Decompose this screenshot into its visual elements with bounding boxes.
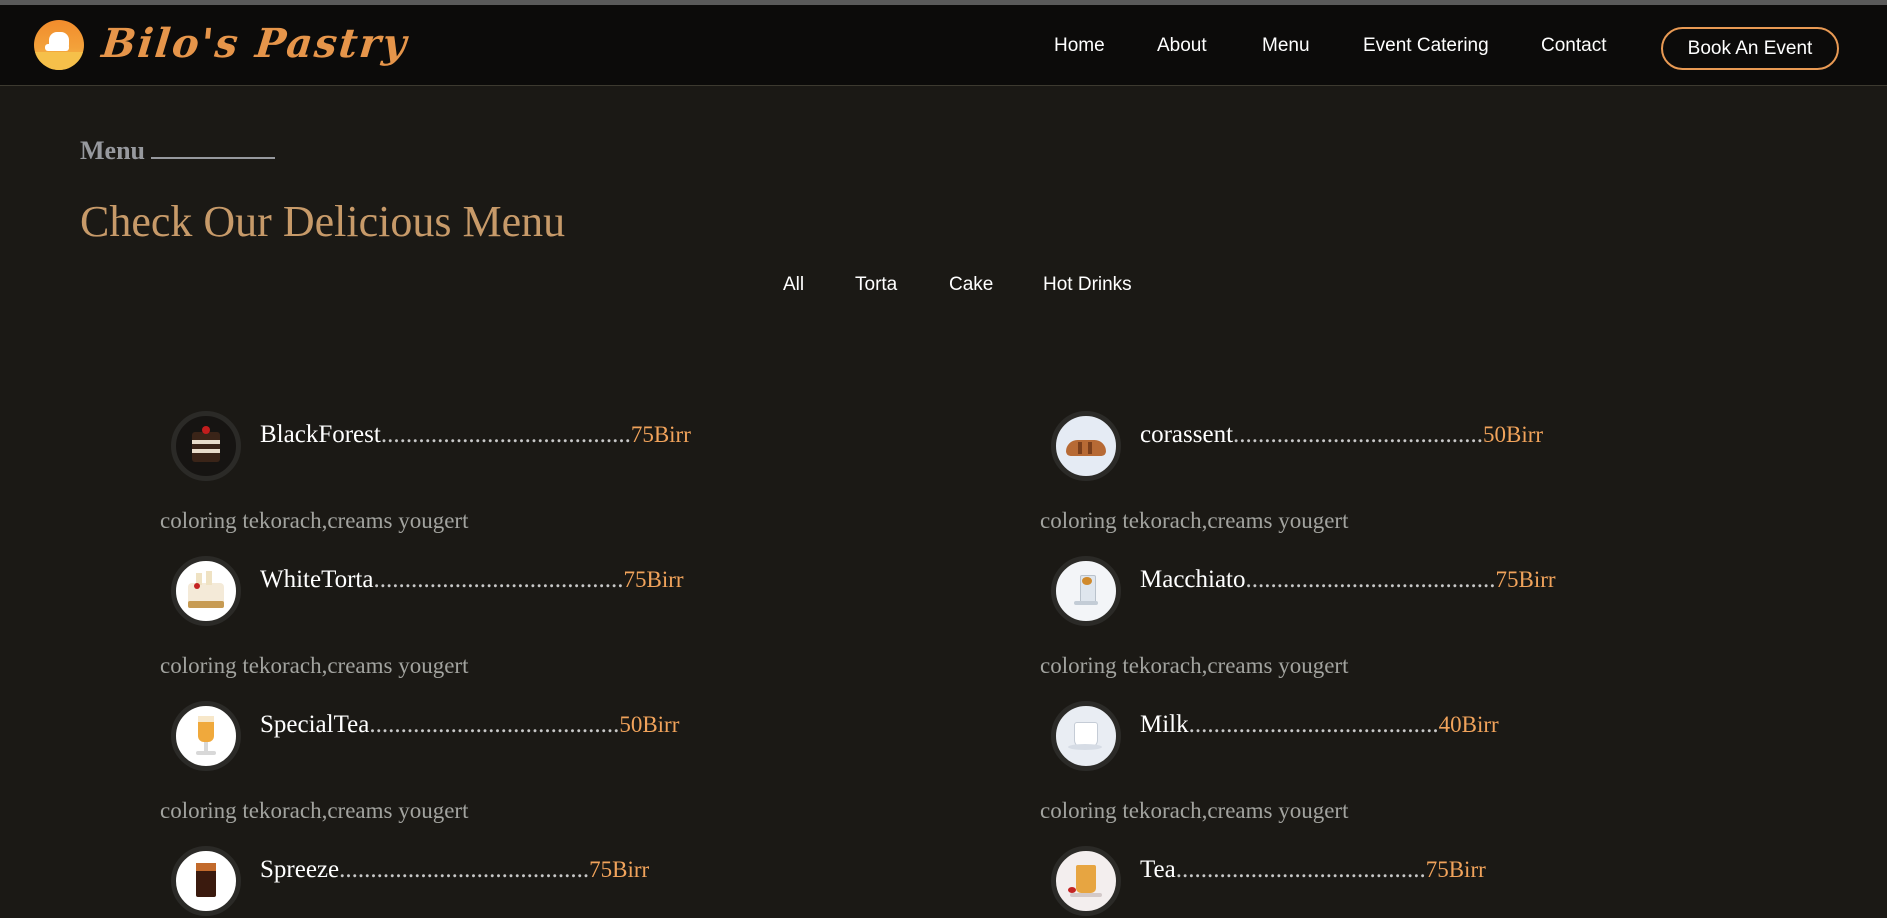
croissant-image: [1051, 411, 1121, 481]
macchiato-image: [1051, 556, 1121, 626]
menu-item-title: BlackForest: [260, 421, 381, 448]
menu-item-description: coloring tekorach,creams yougert: [1040, 653, 1349, 678]
menu-item-name: WhiteTorta..............................…: [260, 566, 684, 594]
nav-event-catering[interactable]: Event Catering: [1363, 35, 1489, 57]
black-forest-cake-image: [171, 411, 241, 481]
brand-name[interactable]: Bilo's Pastry: [99, 19, 411, 69]
menu-item-name: Macchiato...............................…: [1140, 566, 1556, 594]
menu-item-title: SpecialTea: [260, 711, 370, 738]
page-title: Check Our Delicious Menu: [80, 197, 566, 246]
menu-item-dots: ........................................: [373, 566, 624, 593]
menu-item-name: Milk....................................…: [1140, 711, 1499, 739]
menu-item-price: 40Birr: [1438, 712, 1499, 737]
hat-band-shape: [45, 44, 69, 51]
filter-all[interactable]: All: [783, 274, 804, 296]
menu-item-dots: ........................................: [380, 421, 631, 448]
menu-item-title: Milk: [1140, 711, 1189, 738]
menu-item-price: 50Birr: [619, 712, 680, 737]
menu-item-description: coloring tekorach,creams yougert: [160, 653, 469, 678]
tea-glass-image: [1051, 846, 1121, 916]
menu-item-dots: ........................................: [369, 711, 620, 738]
menu-item-price: 75Birr: [630, 422, 691, 447]
menu-item-description: coloring tekorach,creams yougert: [160, 798, 469, 823]
menu-item-name: corassent...............................…: [1140, 421, 1543, 449]
site-header: Bilo's Pastry Home About Menu Event Cate…: [0, 5, 1887, 86]
white-torta-image: [171, 556, 241, 626]
menu-item-description: coloring tekorach,creams yougert: [160, 508, 469, 533]
menu-item-price: 75Birr: [589, 857, 650, 882]
menu-item-price: 75Birr: [1425, 857, 1486, 882]
menu-item-dots: ........................................: [1175, 856, 1426, 883]
menu-item-title: WhiteTorta: [260, 566, 374, 593]
menu-item-title: Macchiato: [1140, 566, 1246, 593]
nav-home[interactable]: Home: [1054, 35, 1105, 57]
nav-menu[interactable]: Menu: [1262, 35, 1310, 57]
nav-about[interactable]: About: [1157, 35, 1207, 57]
menu-item-name: SpecialTea..............................…: [260, 711, 679, 739]
milk-cup-image: [1051, 701, 1121, 771]
menu-item-price: 75Birr: [1495, 567, 1556, 592]
filter-torta[interactable]: Torta: [855, 274, 897, 296]
menu-item-dots: ........................................: [1233, 421, 1484, 448]
chef-hat-icon[interactable]: [34, 20, 84, 70]
menu-item-dots: ........................................: [1188, 711, 1439, 738]
menu-item-title: corassent: [1140, 421, 1234, 448]
special-tea-image: [171, 701, 241, 771]
section-label: Menu: [80, 136, 275, 166]
menu-item-title: Tea: [1140, 856, 1176, 883]
book-event-button[interactable]: Book An Event: [1661, 27, 1839, 70]
menu-item-price: 75Birr: [623, 567, 684, 592]
menu-item-name: Spreeze.................................…: [260, 856, 649, 884]
menu-item-title: Spreeze: [260, 856, 340, 883]
menu-item-dots: ........................................: [1245, 566, 1496, 593]
section-label-text: Menu: [80, 136, 145, 165]
filter-cake[interactable]: Cake: [949, 274, 993, 296]
menu-item-description: coloring tekorach,creams yougert: [1040, 508, 1349, 533]
logo-base-shape: [34, 52, 84, 70]
filter-hot-drinks[interactable]: Hot Drinks: [1043, 274, 1132, 296]
menu-item-dots: ........................................: [339, 856, 590, 883]
section-label-rule: [151, 157, 275, 159]
menu-item-description: coloring tekorach,creams yougert: [1040, 798, 1349, 823]
menu-item-price: 50Birr: [1483, 422, 1544, 447]
menu-item-name: Tea.....................................…: [1140, 856, 1486, 884]
spreeze-drink-image: [171, 846, 241, 916]
nav-contact[interactable]: Contact: [1541, 35, 1606, 57]
menu-item-name: BlackForest.............................…: [260, 421, 691, 449]
